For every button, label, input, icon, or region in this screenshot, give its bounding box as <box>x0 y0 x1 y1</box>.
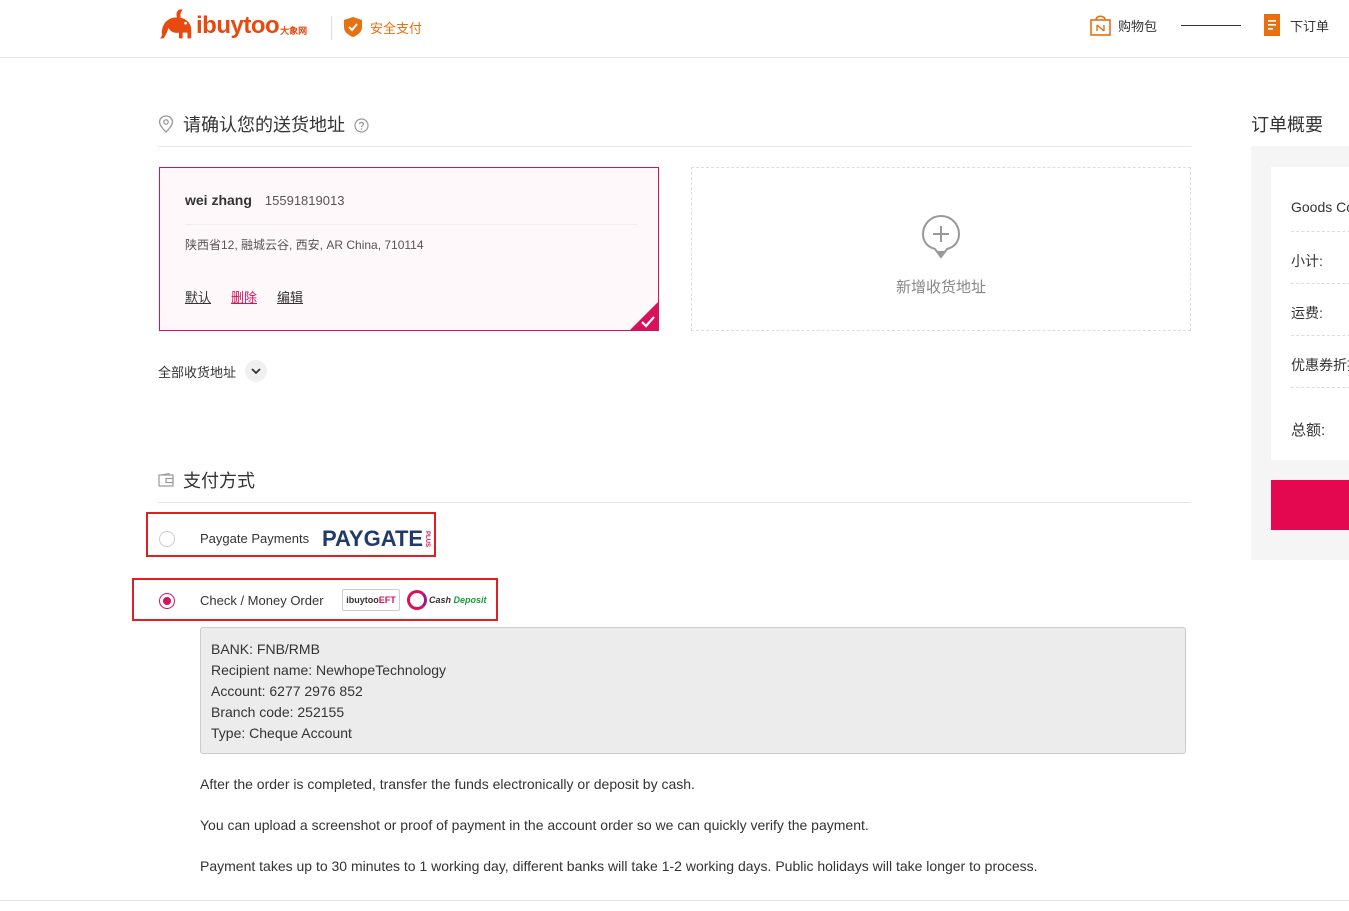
selected-address-card[interactable]: wei zhang 15591819013 陕西省12, 融城云谷, 西安, A… <box>159 167 659 331</box>
cash-logo-text-b: Deposit <box>453 595 487 605</box>
footer-divider <box>0 900 1349 901</box>
secure-payment-label: 安全支付 <box>370 20 423 36</box>
check-money-order-label[interactable]: Check / Money Order <box>200 593 324 608</box>
step-cart[interactable]: 购物包 <box>1090 14 1157 36</box>
bank-details-box: BANK: FNB/RMB Recipient name: NewhopeTec… <box>200 627 1186 754</box>
logo-text: ibuytoo <box>196 12 280 39</box>
ibuytoo-eft-logo: ibuytoo EFT <box>342 589 400 611</box>
edit-address-link[interactable]: 编辑 <box>277 287 303 306</box>
cash-logo-text-a: Cash <box>429 595 454 605</box>
check-money-order-radio[interactable] <box>159 593 175 609</box>
all-addresses-toggle[interactable]: 全部收货地址 <box>158 360 268 382</box>
location-pin-icon <box>158 115 174 133</box>
secure-payment-badge: 安全支付 <box>344 17 422 37</box>
paygate-radio[interactable] <box>159 531 175 547</box>
cash-deposit-logo: Cash Deposit <box>407 589 489 611</box>
summary-divider <box>1291 283 1349 284</box>
help-icon[interactable] <box>354 117 369 133</box>
header-divider <box>331 16 332 40</box>
cash-deposit-c-icon <box>407 590 427 610</box>
summary-subtotal: 小计: <box>1291 253 1323 269</box>
add-address-label: 新增收货地址 <box>895 279 986 296</box>
payment-note-3: Payment takes up to 30 minutes to 1 work… <box>200 858 1038 874</box>
payment-note-1: After the order is completed, transfer t… <box>200 776 695 792</box>
logo[interactable]: ibuytoo 大象网 <box>158 6 307 46</box>
all-addresses-label: 全部收货地址 <box>158 364 237 380</box>
summary-divider <box>1291 231 1349 232</box>
wallet-icon <box>158 473 174 487</box>
payment-title-text: 支付方式 <box>183 471 255 491</box>
bank-account-type: Type: Cheque Account <box>211 725 352 741</box>
add-location-icon <box>922 215 960 259</box>
bank-branch-code: Branch code: 252155 <box>211 704 345 720</box>
order-summary-title: 订单概要 <box>1251 115 1323 135</box>
delete-address-link[interactable]: 删除 <box>231 287 257 306</box>
address-actions: 默认 删除 编辑 <box>185 287 303 306</box>
eft-logo-text-b: EFT <box>378 595 396 605</box>
summary-coupon-discount: 优惠券折扣: <box>1291 357 1349 373</box>
summary-goods-cost: Goods Cost: <box>1291 199 1349 215</box>
place-order-button[interactable] <box>1271 480 1349 530</box>
summary-total: 总额: <box>1291 422 1326 439</box>
selected-check-icon <box>629 301 659 331</box>
chevron-down-icon[interactable] <box>245 360 268 382</box>
address-title-text: 请确认您的送货地址 <box>183 115 345 135</box>
logo-cn-text: 大象网 <box>280 25 308 36</box>
order-summary-details: Goods Cost: 小计: 运费: 优惠券折扣: 总额: <box>1271 167 1349 460</box>
step-place-order[interactable]: 下订单 <box>1264 14 1329 36</box>
address-section-divider <box>158 146 1191 147</box>
address-section-title: 请确认您的送货地址 <box>158 111 369 137</box>
address-line: 陕西省12, 融城云谷, 西安, AR China, 710114 <box>185 238 424 252</box>
address-divider <box>185 224 637 225</box>
set-default-link[interactable]: 默认 <box>185 287 211 306</box>
bank-recipient: Recipient name: NewhopeTechnology <box>211 662 447 678</box>
recipient-name: wei zhang <box>185 192 252 208</box>
address-header: wei zhang 15591819013 <box>185 192 344 208</box>
summary-divider <box>1291 335 1349 336</box>
bank-account: Account: 6277 2976 852 <box>211 683 363 699</box>
shield-check-icon <box>344 17 362 37</box>
eft-logo-text-a: ibuytoo <box>346 595 379 605</box>
payment-note-2: You can upload a screenshot or proof of … <box>200 817 869 833</box>
paygate-logo-suffix: PLUS <box>424 530 431 547</box>
summary-divider <box>1291 387 1349 388</box>
step-connector <box>1181 25 1241 26</box>
header: ibuytoo 大象网 安全支付 购物包 下订单 <box>0 0 1349 58</box>
elephant-logo-icon <box>159 9 192 39</box>
summary-shipping: 运费: <box>1291 305 1323 321</box>
paygate-logo: PAYGATE PLUS <box>322 526 430 552</box>
order-document-icon <box>1264 14 1280 36</box>
paygate-label[interactable]: Paygate Payments <box>200 531 309 546</box>
add-address-card[interactable]: 新增收货地址 <box>691 167 1191 331</box>
step-place-order-label: 下订单 <box>1290 18 1330 34</box>
recipient-phone: 15591819013 <box>264 193 345 208</box>
paygate-logo-text: PAYGATE <box>322 526 424 551</box>
payment-section-title: 支付方式 <box>158 467 255 493</box>
bank-name: BANK: FNB/RMB <box>211 641 320 657</box>
step-cart-label: 购物包 <box>1118 18 1158 34</box>
payment-section-divider <box>158 502 1191 503</box>
shopping-bag-icon <box>1090 15 1111 36</box>
